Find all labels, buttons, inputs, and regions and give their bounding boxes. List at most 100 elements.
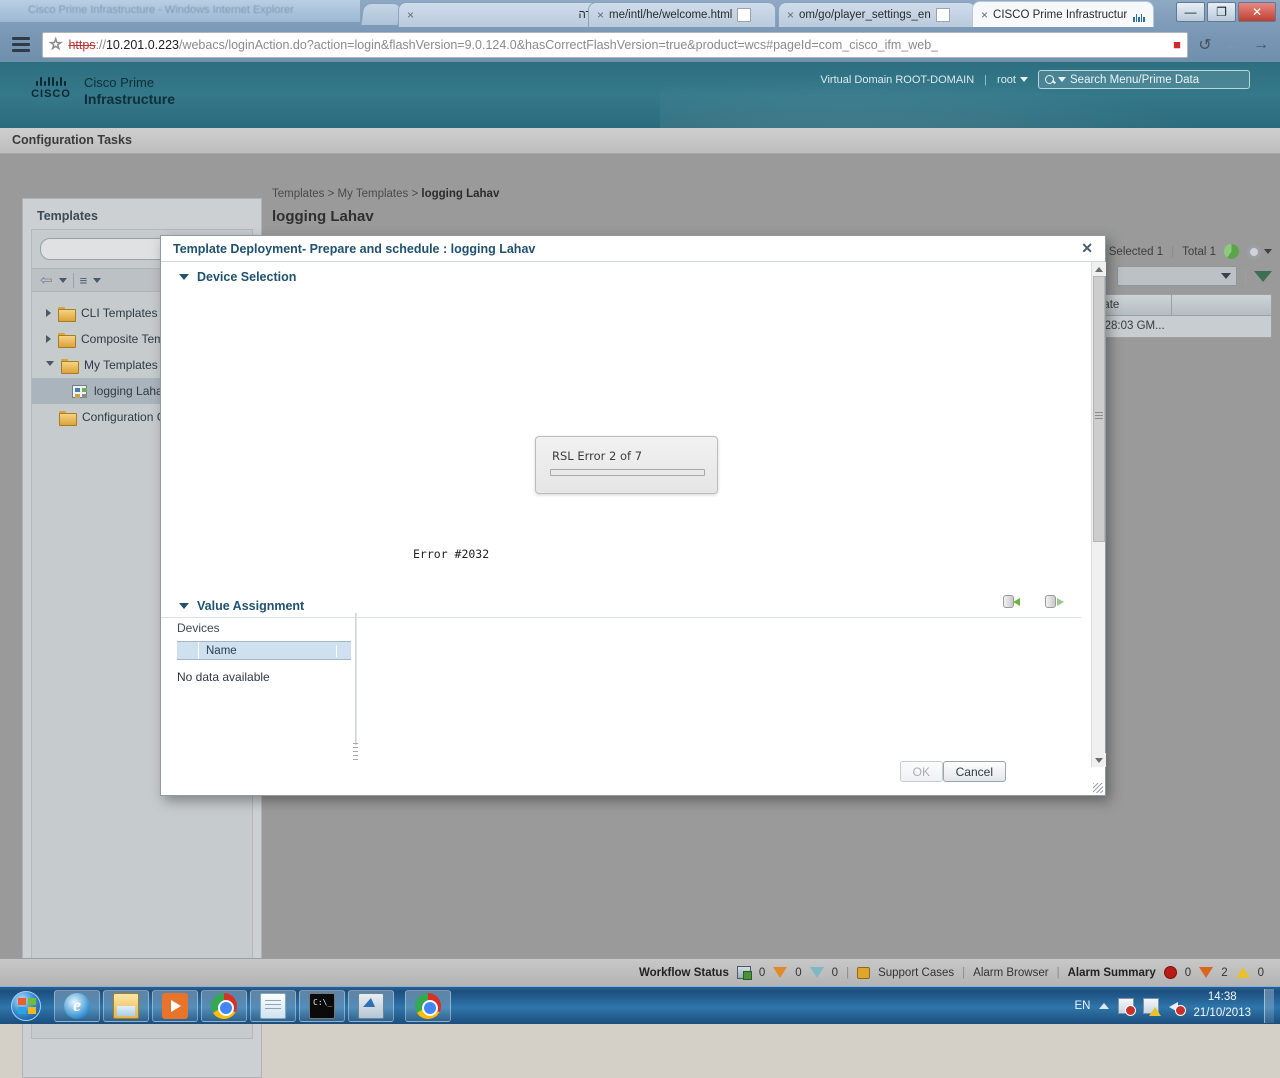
devices-column-checkbox[interactable] <box>177 642 199 659</box>
scrollbar-thumb[interactable] <box>1093 276 1105 542</box>
product-title: Cisco Prime Infrastructure <box>84 75 176 107</box>
taskbar-item-chrome[interactable] <box>201 989 247 1022</box>
value-assignment-section-header[interactable]: Value Assignment <box>161 591 1081 619</box>
system-tray: EN 14:38 21/10/2013 <box>1074 988 1280 1023</box>
devices-label: Devices <box>177 621 220 635</box>
grid-cell-date: 4:28:03 GM... <box>1086 316 1272 338</box>
ok-button[interactable]: OK <box>899 761 943 782</box>
taskbar-item-notepad[interactable] <box>250 989 296 1022</box>
clock-date: 21/10/2013 <box>1193 1006 1251 1019</box>
breadcrumb-sep: > <box>327 188 335 200</box>
taskbar-item-command-prompt[interactable] <box>299 989 345 1022</box>
show-desktop-button[interactable] <box>1264 988 1274 1023</box>
taskbar-item-network-tool[interactable] <box>348 989 394 1022</box>
minimize-button[interactable]: — <box>1176 2 1205 22</box>
url-path: /webacs/loginAction.do?action=login&flas… <box>178 37 939 52</box>
blocked-content-icon[interactable]: ■ <box>1173 37 1181 52</box>
page-title: logging Lahav <box>272 208 374 225</box>
taskbar-item-file-explorer[interactable] <box>103 989 149 1022</box>
chevron-down-icon[interactable] <box>58 277 67 283</box>
workflow-icon[interactable] <box>736 966 752 980</box>
breadcrumb-my-templates[interactable]: My Templates <box>338 188 409 200</box>
chevron-right-icon[interactable] <box>46 335 51 343</box>
minor-alarm-icon[interactable] <box>1235 967 1250 978</box>
back-icon[interactable]: ← <box>1222 36 1244 54</box>
page-section-title: Configuration Tasks <box>0 128 1280 154</box>
taskbar-item-media-player[interactable] <box>152 989 198 1022</box>
alarm-orange-count: 0 <box>795 966 802 979</box>
filter-icon[interactable] <box>1254 270 1272 282</box>
dialog-title: Template Deployment- Prepare and schedul… <box>173 241 536 256</box>
address-bar[interactable]: ☆ https://10.201.0.223/webacs/loginActio… <box>42 31 1188 58</box>
alarm-browser-link[interactable]: Alarm Browser <box>973 967 1048 979</box>
breadcrumb-templates[interactable]: Templates <box>272 188 324 200</box>
browser-tab-3[interactable]: × om/go/player_settings_en <box>778 2 976 27</box>
close-icon[interactable]: ✕ <box>1081 240 1093 257</box>
restore-button[interactable]: ❐ <box>1207 2 1236 22</box>
forward-icon[interactable]: → <box>1250 36 1272 54</box>
scroll-down-button[interactable] <box>1092 753 1106 767</box>
cancel-button[interactable]: Cancel <box>942 761 1006 782</box>
scroll-up-button[interactable] <box>1092 262 1106 276</box>
chevron-down-icon <box>1058 77 1066 82</box>
import-icon[interactable] <box>1003 594 1023 609</box>
volume-muted-icon[interactable] <box>1168 998 1187 1016</box>
tab-title: CISCO Prime Infrastructur <box>993 8 1128 21</box>
taskbar-item-internet-explorer[interactable] <box>54 989 100 1022</box>
critical-alarm-icon[interactable] <box>1163 966 1177 979</box>
flash-error-message: Error #2032 <box>413 547 490 561</box>
grid-settings[interactable] <box>1247 244 1272 259</box>
product-title-line2: Infrastructure <box>84 90 176 107</box>
alarm-summary-label[interactable]: Alarm Summary <box>1068 967 1156 979</box>
close-button[interactable]: ✕ <box>1238 2 1276 22</box>
clock[interactable]: 14:38 21/10/2013 <box>1193 990 1255 1021</box>
tab-blank[interactable] <box>360 3 402 25</box>
browser-menu-icon[interactable] <box>12 37 30 52</box>
tree-view-icon[interactable]: ≡ <box>80 273 88 288</box>
bookmark-star-icon[interactable]: ☆ <box>48 37 62 53</box>
cisco-wordmark: CISCO <box>31 88 71 100</box>
templates-panel-title: Templates <box>37 209 98 223</box>
devices-column-name[interactable]: Name <box>199 644 337 657</box>
tab-close-icon[interactable]: × <box>407 8 414 22</box>
chevron-down-icon[interactable] <box>46 360 54 370</box>
alarm-teal-icon[interactable] <box>809 967 824 978</box>
tree-item-label: CLI Templates <box>81 306 158 320</box>
tree-item-label: Configuration G <box>82 410 167 424</box>
show-hidden-icons-icon[interactable] <box>1099 1002 1110 1009</box>
chevron-right-icon[interactable] <box>46 309 51 317</box>
support-case-icon[interactable] <box>857 966 871 979</box>
refresh-icon[interactable] <box>1224 244 1239 259</box>
chevron-down-icon[interactable] <box>93 277 102 283</box>
language-indicator[interactable]: EN <box>1074 1000 1090 1012</box>
gear-icon <box>1247 244 1261 259</box>
tab-close-icon[interactable]: × <box>787 8 794 22</box>
reload-icon[interactable]: ↺ <box>1194 35 1216 55</box>
dialog-scrollbar[interactable] <box>1091 262 1106 767</box>
taskbar-item-chrome-active[interactable] <box>405 989 451 1022</box>
chevron-down-icon <box>1095 757 1103 763</box>
meta-separator: | <box>1171 245 1175 258</box>
browser-tab-2[interactable]: × me/intl/he/welcome.html <box>588 2 776 27</box>
scrollbar-grip-icon <box>1095 412 1103 420</box>
device-selection-section-header[interactable]: Device Selection <box>161 262 1105 290</box>
action-center-flag-icon[interactable] <box>1118 997 1137 1016</box>
dialog-resize-handle[interactable] <box>1093 783 1103 793</box>
filter-dropdown[interactable] <box>1117 266 1237 286</box>
tab-close-icon[interactable]: × <box>597 8 604 22</box>
start-button[interactable] <box>4 989 48 1023</box>
major-alarm-icon[interactable] <box>1199 967 1214 978</box>
back-arrow-icon[interactable]: ⇦ <box>40 271 53 289</box>
alarm-orange-icon[interactable] <box>773 967 788 978</box>
search-menu-input[interactable]: Search Menu/Prime Data <box>1038 70 1250 89</box>
network-warning-icon[interactable] <box>1143 997 1162 1016</box>
header-separator: | <box>984 73 988 86</box>
browser-tab-4-active[interactable]: × CISCO Prime Infrastructur <box>972 1 1154 27</box>
export-icon[interactable] <box>1045 594 1065 609</box>
user-menu[interactable]: root <box>997 74 1028 86</box>
support-cases-link[interactable]: Support Cases <box>878 967 954 979</box>
tab-close-icon[interactable]: × <box>981 8 988 22</box>
windows-logo-icon <box>11 990 41 1021</box>
chevron-down-icon <box>179 603 189 609</box>
cisco-bars-icon <box>26 75 76 86</box>
